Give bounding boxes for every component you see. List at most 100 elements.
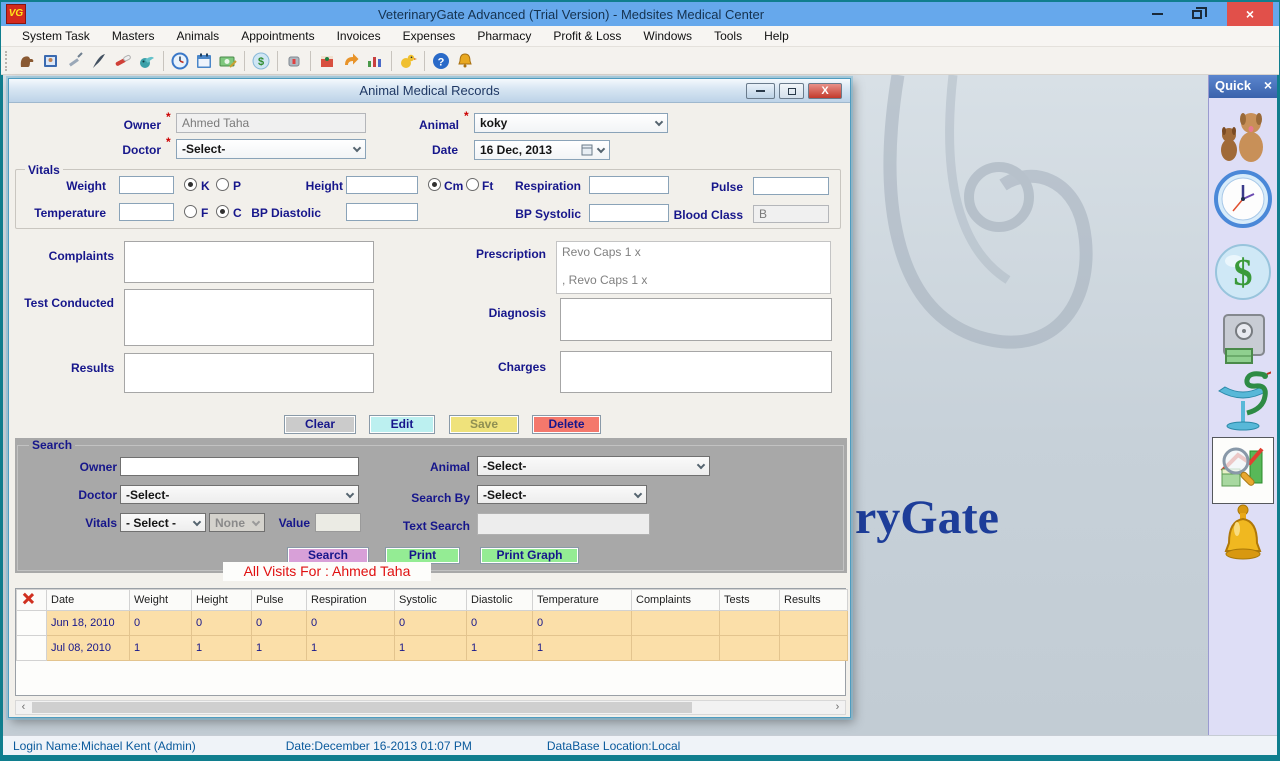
alerts-bell-icon[interactable] [453, 50, 477, 72]
purchases-cart-icon[interactable] [315, 50, 339, 72]
charges-textarea[interactable] [560, 351, 832, 393]
menu-tools[interactable]: Tools [703, 29, 753, 43]
menu-system-task[interactable]: System Task [11, 29, 101, 43]
search-owner-input[interactable] [120, 457, 359, 476]
bp-systolic-input[interactable] [589, 204, 669, 222]
owner-field[interactable]: Ahmed Taha [176, 113, 366, 133]
menu-appointments[interactable]: Appointments [230, 29, 325, 43]
col-weight[interactable]: Weight [130, 590, 192, 611]
bell-icon[interactable] [1216, 503, 1270, 574]
weight-input[interactable] [119, 176, 174, 194]
returns-arrow-icon[interactable] [339, 50, 363, 72]
bp-diastolic-input[interactable] [346, 203, 418, 221]
save-button[interactable]: Save [449, 415, 519, 434]
reminders-duck-icon[interactable] [396, 50, 420, 72]
owners-book-icon[interactable] [39, 50, 63, 72]
height-unit-cm-radio[interactable] [428, 178, 441, 191]
restore-button[interactable] [1179, 2, 1215, 26]
appointments-clock-icon[interactable] [168, 50, 192, 72]
doctor-select[interactable]: -Select- [176, 139, 366, 159]
dogs-icon[interactable] [1215, 105, 1271, 168]
delete-button[interactable]: Delete [532, 415, 601, 434]
dog-icon[interactable] [15, 50, 39, 72]
horizontal-scrollbar[interactable]: ‹ › [15, 700, 846, 715]
dialog-close-button[interactable]: X [808, 83, 842, 99]
scroll-left-icon[interactable]: ‹ [16, 701, 31, 714]
col-date[interactable]: Date [47, 590, 130, 611]
weight-unit-p-radio[interactable] [216, 178, 229, 191]
col-diastolic[interactable]: Diastolic [467, 590, 533, 611]
col-temperature[interactable]: Temperature [533, 590, 632, 611]
test-conducted-textarea[interactable] [124, 289, 374, 346]
print-graph-button[interactable]: Print Graph [480, 547, 579, 564]
chart-search-icon[interactable] [1212, 437, 1274, 504]
col-respiration[interactable]: Respiration [307, 590, 395, 611]
date-picker[interactable]: 16 Dec, 2013 [474, 140, 610, 160]
search-by-select[interactable]: -Select- [477, 485, 647, 504]
results-textarea[interactable] [124, 353, 374, 393]
menu-masters[interactable]: Masters [101, 29, 166, 43]
col-height[interactable]: Height [192, 590, 252, 611]
menu-expenses[interactable]: Expenses [392, 29, 467, 43]
clock-icon[interactable] [1213, 169, 1273, 234]
menu-help[interactable]: Help [753, 29, 800, 43]
menu-animals[interactable]: Animals [166, 29, 231, 43]
scrollbar-thumb[interactable] [32, 702, 692, 713]
clear-button[interactable]: Clear [284, 415, 356, 434]
complaints-textarea[interactable] [124, 241, 374, 283]
height-input[interactable] [346, 176, 418, 194]
animals-bird-icon[interactable] [135, 50, 159, 72]
prescription-textarea[interactable]: Revo Caps 1 x , Revo Caps 1 x [556, 241, 831, 294]
dollar-bubble-icon[interactable]: $ [1214, 241, 1272, 308]
minimize-button[interactable] [1141, 2, 1173, 26]
animal-select[interactable]: koky [474, 113, 668, 133]
dialog-title-bar: Animal Medical Records X [9, 79, 850, 103]
vaccine-syringe-icon[interactable] [63, 50, 87, 72]
col-tests[interactable]: Tests [720, 590, 780, 611]
quick-close-icon[interactable]: × [1264, 77, 1272, 93]
menu-windows[interactable]: Windows [632, 29, 703, 43]
help-icon[interactable]: ? [429, 50, 453, 72]
text-search-input[interactable] [477, 513, 650, 535]
search-vitals-select[interactable]: - Select - [120, 513, 206, 532]
respiration-input[interactable] [589, 176, 669, 194]
calendar-icon[interactable] [192, 50, 216, 72]
diagnosis-textarea[interactable] [560, 298, 832, 341]
edit-button[interactable]: Edit [369, 415, 435, 434]
scroll-right-icon[interactable]: › [830, 701, 845, 714]
col-results[interactable]: Results [780, 590, 848, 611]
dialog-minimize-button[interactable] [746, 83, 775, 99]
height-unit-ft-radio[interactable] [466, 178, 479, 191]
table-row[interactable]: Jun 18, 20100 00 00 00 [17, 611, 848, 636]
temp-unit-f-radio[interactable] [184, 205, 197, 218]
prescription-marker-icon[interactable] [111, 50, 135, 72]
chevron-down-icon [634, 490, 642, 498]
search-doctor-select[interactable]: -Select- [120, 485, 359, 504]
col-systolic[interactable]: Systolic [395, 590, 467, 611]
svg-text:$: $ [1234, 252, 1253, 294]
menu-profit-loss[interactable]: Profit & Loss [542, 29, 632, 43]
col-complaints[interactable]: Complaints [632, 590, 720, 611]
quick-panel-header: Quick × [1209, 75, 1277, 98]
search-animal-select[interactable]: -Select- [477, 456, 710, 476]
weight-unit-k-radio[interactable] [184, 178, 197, 191]
close-button[interactable]: × [1227, 2, 1273, 26]
menu-invoices[interactable]: Invoices [326, 29, 392, 43]
reports-chart-icon[interactable] [363, 50, 387, 72]
pharmacy-box-icon[interactable] [282, 50, 306, 72]
expenses-dollar-icon[interactable]: $ [249, 50, 273, 72]
pulse-input[interactable] [753, 177, 829, 195]
temp-unit-c-radio[interactable] [216, 205, 229, 218]
temperature-input[interactable] [119, 203, 174, 221]
signature-pen-icon[interactable] [87, 50, 111, 72]
row-selector[interactable] [17, 636, 47, 661]
money-safe-icon[interactable] [1216, 311, 1270, 372]
table-row[interactable]: Jul 08, 20101 11 11 11 [17, 636, 848, 661]
delete-column-header[interactable] [17, 590, 47, 611]
pharmacy-bowl-icon[interactable] [1215, 371, 1271, 440]
dialog-maximize-button[interactable] [779, 83, 804, 99]
row-selector[interactable] [17, 611, 47, 636]
col-pulse[interactable]: Pulse [252, 590, 307, 611]
menu-pharmacy[interactable]: Pharmacy [466, 29, 542, 43]
invoice-money-icon[interactable] [216, 50, 240, 72]
